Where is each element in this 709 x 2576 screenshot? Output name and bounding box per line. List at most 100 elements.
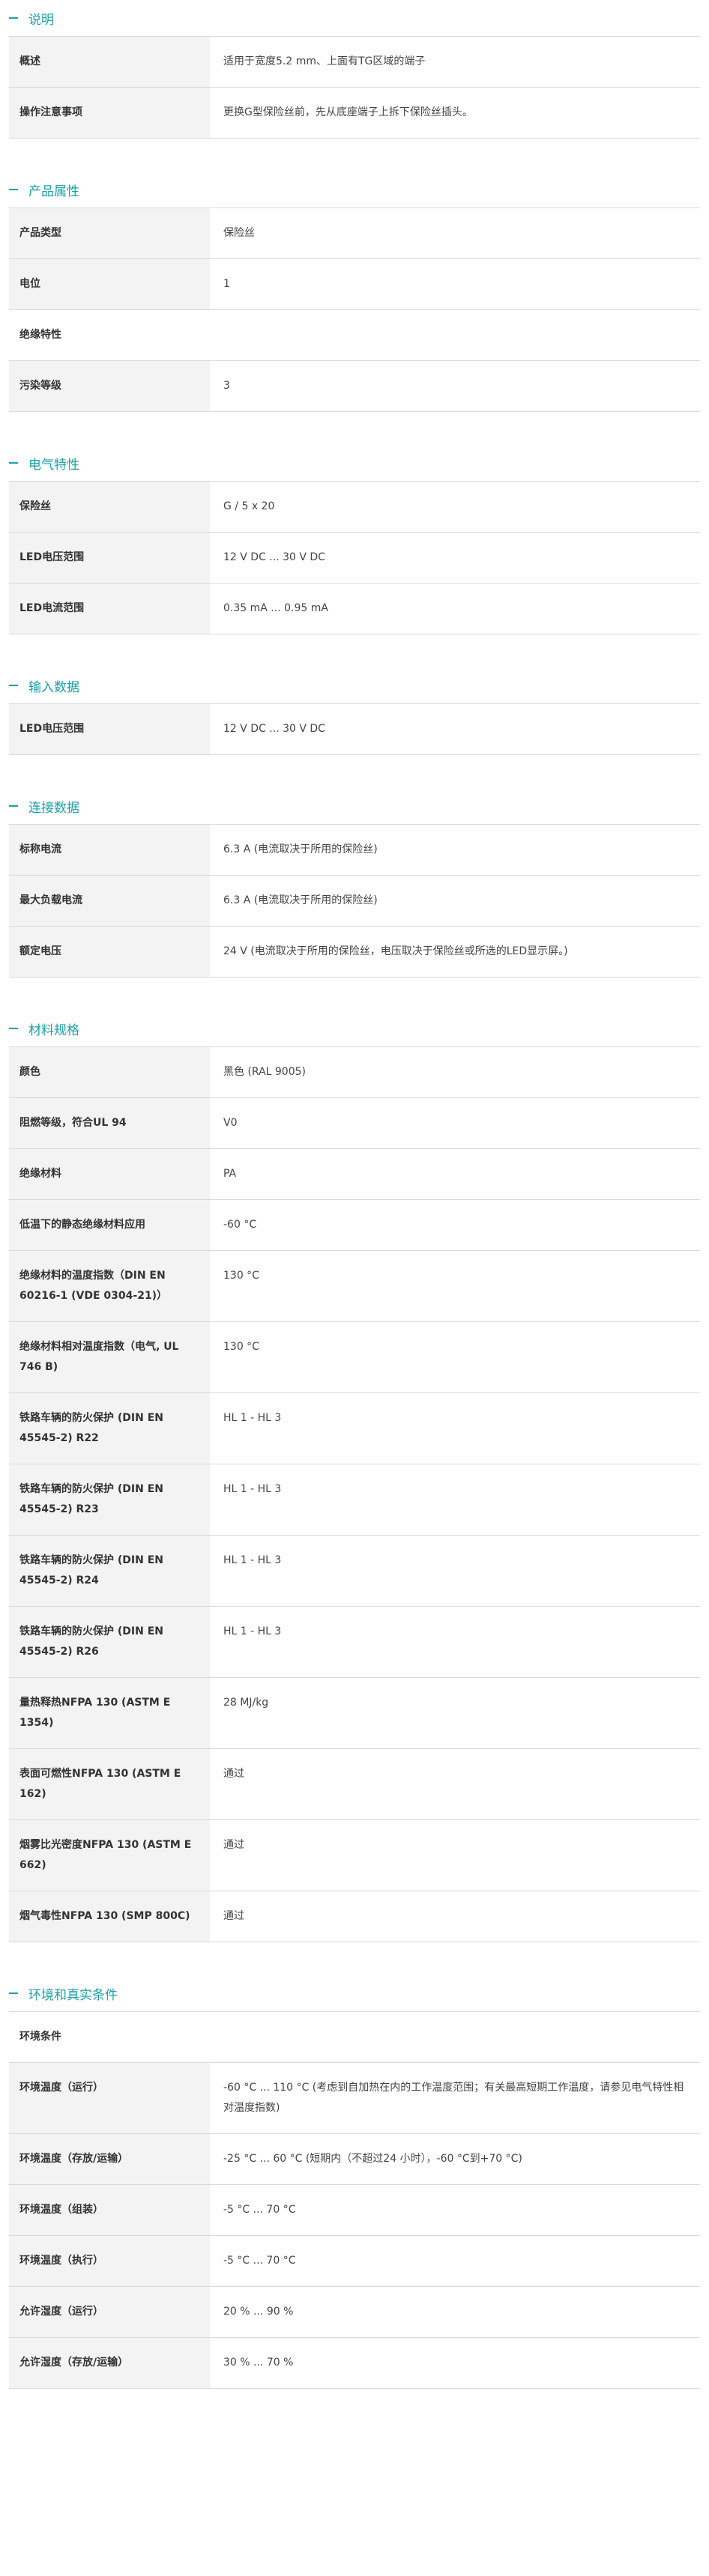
row-label: 保险丝	[9, 482, 210, 532]
table-row: 表面可燃性NFPA 130 (ASTM E 162) 通过	[9, 1748, 700, 1819]
section-header[interactable]: 输入数据	[9, 667, 700, 703]
collapse-dash-icon[interactable]	[9, 462, 18, 464]
table-row: 最大负载电流 6.3 A (电流取决于所用的保险丝)	[9, 875, 700, 926]
row-value: 通过	[223, 1910, 244, 1922]
table-row: 环境温度（组装） -5 °C ... 70 °C	[9, 2184, 700, 2235]
row-label: 烟雾比光密度NFPA 130 (ASTM E 662)	[9, 1820, 210, 1891]
table-row: 环境温度（存放/运输） -25 °C ... 60 °C (短期内（不超过24 小…	[9, 2133, 700, 2184]
spec-table: 标称电流 6.3 A (电流取决于所用的保险丝) 最大负载电流 6.3 A (电流取…	[9, 824, 700, 978]
section-input-data: 输入数据 LED电压范围 12 V DC ... 30 V DC	[9, 667, 700, 755]
spec-table: 概述 适用于宽度5.2 mm、上面有TG区域的端子 操作注意事项 更换G型保险丝前，…	[9, 36, 700, 139]
table-row: 操作注意事项 更换G型保险丝前，先从底座端子上拆下保险丝插头。	[9, 87, 700, 139]
section-title: 连接数据	[28, 800, 79, 816]
spec-table: 保险丝 G / 5 x 20 LED电压范围 12 V DC ... 30 V DC…	[9, 481, 700, 634]
row-value: 黑色 (RAL 9005)	[223, 1066, 306, 1078]
table-row: 铁路车辆的防火保护 (DIN EN 45545-2) R22 HL 1 - HL …	[9, 1392, 700, 1464]
row-label: 铁路车辆的防火保护 (DIN EN 45545-2) R26	[9, 1607, 210, 1677]
row-label: 标称电流	[9, 825, 210, 875]
table-row: 铁路车辆的防火保护 (DIN EN 45545-2) R23 HL 1 - HL …	[9, 1464, 700, 1535]
row-label: 绝缘材料的温度指数（DIN EN 60216-1 (VDE 0304-21)）	[9, 1251, 210, 1321]
section-material: 材料规格 颜色 黑色 (RAL 9005) 阻燃等级，符合UL 94 V0 绝缘材料…	[9, 1010, 700, 1942]
collapse-dash-icon[interactable]	[9, 189, 18, 190]
section-title: 环境和真实条件	[28, 1987, 118, 2003]
section-header[interactable]: 电气特性	[9, 445, 700, 481]
subsection-title: 环境条件	[9, 2011, 700, 2062]
spec-table: LED电压范围 12 V DC ... 30 V DC	[9, 703, 700, 755]
row-label: 绝缘材料相对温度指数（电气, UL 746 B)	[9, 1322, 210, 1392]
section-electrical: 电气特性 保险丝 G / 5 x 20 LED电压范围 12 V DC ... 30…	[9, 445, 700, 634]
section-header[interactable]: 产品属性	[9, 172, 700, 207]
row-label: 量热释热NFPA 130 (ASTM E 1354)	[9, 1678, 210, 1748]
row-label: 绝缘材料	[9, 1149, 210, 1199]
row-label: 环境温度（存放/运输）	[9, 2134, 210, 2184]
row-value: -60 °C	[223, 1219, 257, 1231]
row-value: V0	[223, 1117, 238, 1129]
row-value: 12 V DC ... 30 V DC	[223, 551, 325, 563]
section-header[interactable]: 说明	[9, 0, 700, 36]
table-row: 额定电压 24 V (电流取决于所用的保险丝，电压取决于保险丝或所选的LED显示屏…	[9, 926, 700, 978]
spec-page: 说明 概述 适用于宽度5.2 mm、上面有TG区域的端子 操作注意事项 更换G型保险…	[0, 0, 709, 2389]
row-label: 操作注意事项	[9, 88, 210, 138]
section-title: 说明	[28, 12, 54, 28]
row-label: 低温下的静态绝缘材料应用	[9, 1200, 210, 1250]
spec-table: 颜色 黑色 (RAL 9005) 阻燃等级，符合UL 94 V0 绝缘材料 PA 低温…	[9, 1046, 700, 1942]
row-value: 30 % ... 70 %	[223, 2357, 294, 2369]
row-value: 0.35 mA ... 0.95 mA	[223, 602, 328, 614]
table-row: 保险丝 G / 5 x 20	[9, 481, 700, 532]
row-label: LED电压范围	[9, 704, 210, 754]
collapse-dash-icon[interactable]	[9, 1028, 18, 1029]
section-title: 产品属性	[28, 184, 79, 199]
row-value: 6.3 A (电流取决于所用的保险丝)	[223, 894, 378, 906]
section-product-properties: 产品属性 产品类型 保险丝 电位 1 绝缘特性 污染等级 3	[9, 172, 700, 412]
row-label: LED电流范围	[9, 584, 210, 634]
table-row: 颜色 黑色 (RAL 9005)	[9, 1046, 700, 1097]
collapse-dash-icon[interactable]	[9, 1992, 18, 1994]
row-value: PA	[223, 1168, 237, 1180]
section-title: 电气特性	[28, 457, 79, 473]
row-value: HL 1 - HL 3	[223, 1554, 282, 1566]
row-label: 允许湿度（运行）	[9, 2287, 210, 2337]
table-row: LED电流范围 0.35 mA ... 0.95 mA	[9, 583, 700, 634]
row-value: HL 1 - HL 3	[223, 1625, 282, 1637]
subsection-title: 绝缘特性	[9, 309, 700, 360]
row-label: 允许湿度（存放/运输）	[9, 2338, 210, 2388]
row-label: 铁路车辆的防火保护 (DIN EN 45545-2) R23	[9, 1464, 210, 1535]
table-row: 污染等级 3	[9, 360, 700, 412]
table-row: 环境温度（运行） -60 °C ... 110 °C (考虑到自加热在内的工作温度…	[9, 2062, 700, 2133]
table-row: 绝缘材料 PA	[9, 1148, 700, 1199]
row-label: LED电压范围	[9, 533, 210, 583]
row-label: 环境温度（运行）	[9, 2063, 210, 2133]
table-row: 标称电流 6.3 A (电流取决于所用的保险丝)	[9, 824, 700, 875]
row-label: 烟气毒性NFPA 130 (SMP 800C)	[9, 1891, 210, 1942]
row-label: 额定电压	[9, 927, 210, 977]
table-row: 烟雾比光密度NFPA 130 (ASTM E 662) 通过	[9, 1819, 700, 1891]
row-label: 阻燃等级，符合UL 94	[9, 1098, 210, 1148]
section-header[interactable]: 材料规格	[9, 1010, 700, 1046]
section-header[interactable]: 连接数据	[9, 788, 700, 824]
table-row: 允许湿度（存放/运输） 30 % ... 70 %	[9, 2337, 700, 2389]
section-title: 输入数据	[28, 679, 79, 695]
table-row: 环境温度（执行） -5 °C ... 70 °C	[9, 2235, 700, 2286]
collapse-dash-icon[interactable]	[9, 805, 18, 807]
collapse-dash-icon[interactable]	[9, 685, 18, 686]
table-row: LED电压范围 12 V DC ... 30 V DC	[9, 703, 700, 755]
row-value: 20 % ... 90 %	[223, 2306, 294, 2318]
table-row: 阻燃等级，符合UL 94 V0	[9, 1097, 700, 1148]
table-row: 铁路车辆的防火保护 (DIN EN 45545-2) R26 HL 1 - HL …	[9, 1606, 700, 1677]
row-value: 130 °C	[223, 1341, 259, 1353]
row-label: 铁路车辆的防火保护 (DIN EN 45545-2) R24	[9, 1536, 210, 1606]
collapse-dash-icon[interactable]	[9, 17, 18, 19]
table-row: 产品类型 保险丝	[9, 207, 700, 258]
row-label: 环境温度（执行）	[9, 2236, 210, 2286]
table-row: 量热释热NFPA 130 (ASTM E 1354) 28 MJ/kg	[9, 1677, 700, 1748]
row-value: 更换G型保险丝前，先从底座端子上拆下保险丝插头。	[223, 106, 473, 118]
table-row: 电位 1	[9, 258, 700, 309]
row-value: 6.3 A (电流取决于所用的保险丝)	[223, 843, 378, 855]
row-label: 环境温度（组装）	[9, 2185, 210, 2235]
row-value: 130 °C	[223, 1270, 259, 1282]
table-row: 铁路车辆的防火保护 (DIN EN 45545-2) R24 HL 1 - HL …	[9, 1535, 700, 1606]
section-connection-data: 连接数据 标称电流 6.3 A (电流取决于所用的保险丝) 最大负载电流 6.3 A…	[9, 788, 700, 978]
table-row: LED电压范围 12 V DC ... 30 V DC	[9, 532, 700, 583]
section-header[interactable]: 环境和真实条件	[9, 1975, 700, 2011]
table-row: 绝缘材料的温度指数（DIN EN 60216-1 (VDE 0304-21)） 1…	[9, 1250, 700, 1321]
